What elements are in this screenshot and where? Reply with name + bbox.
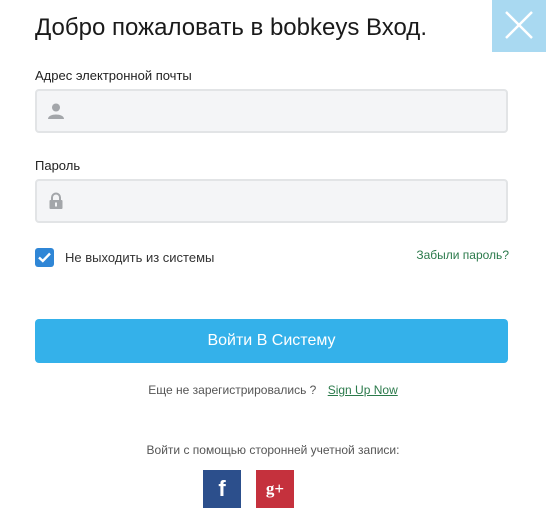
lock-icon — [49, 192, 63, 209]
google-plus-login-button[interactable]: g+ — [256, 470, 294, 508]
password-field-wrapper[interactable] — [35, 179, 508, 223]
facebook-login-button[interactable]: f — [203, 470, 241, 508]
google-plus-icon: g+ — [265, 479, 285, 498]
login-button[interactable]: Войти В Систему — [35, 319, 508, 363]
email-field-wrapper[interactable] — [35, 89, 508, 133]
page-title: Добро пожаловать в bobkeys Вход. — [35, 14, 427, 41]
email-label: Адрес электронной почты — [35, 68, 192, 83]
email-input[interactable] — [73, 91, 503, 131]
signup-row: Еще не зарегистрировались ? Sign Up Now — [0, 383, 546, 397]
password-label: Пароль — [35, 158, 81, 173]
remember-checkbox[interactable] — [35, 248, 54, 267]
close-icon — [505, 11, 533, 39]
signup-prompt: Еще не зарегистрировались ? — [148, 383, 317, 397]
user-icon — [48, 103, 64, 119]
forgot-password-link[interactable]: Забыли пароль? — [416, 248, 509, 262]
facebook-icon: f — [218, 476, 226, 501]
remember-label[interactable]: Не выходить из системы — [65, 250, 214, 265]
signup-link[interactable]: Sign Up Now — [328, 383, 398, 397]
checkmark-icon — [38, 252, 51, 263]
close-button[interactable] — [492, 0, 546, 52]
password-input[interactable] — [73, 181, 503, 221]
social-login-label: Войти с помощью сторонней учетной записи… — [146, 443, 400, 457]
